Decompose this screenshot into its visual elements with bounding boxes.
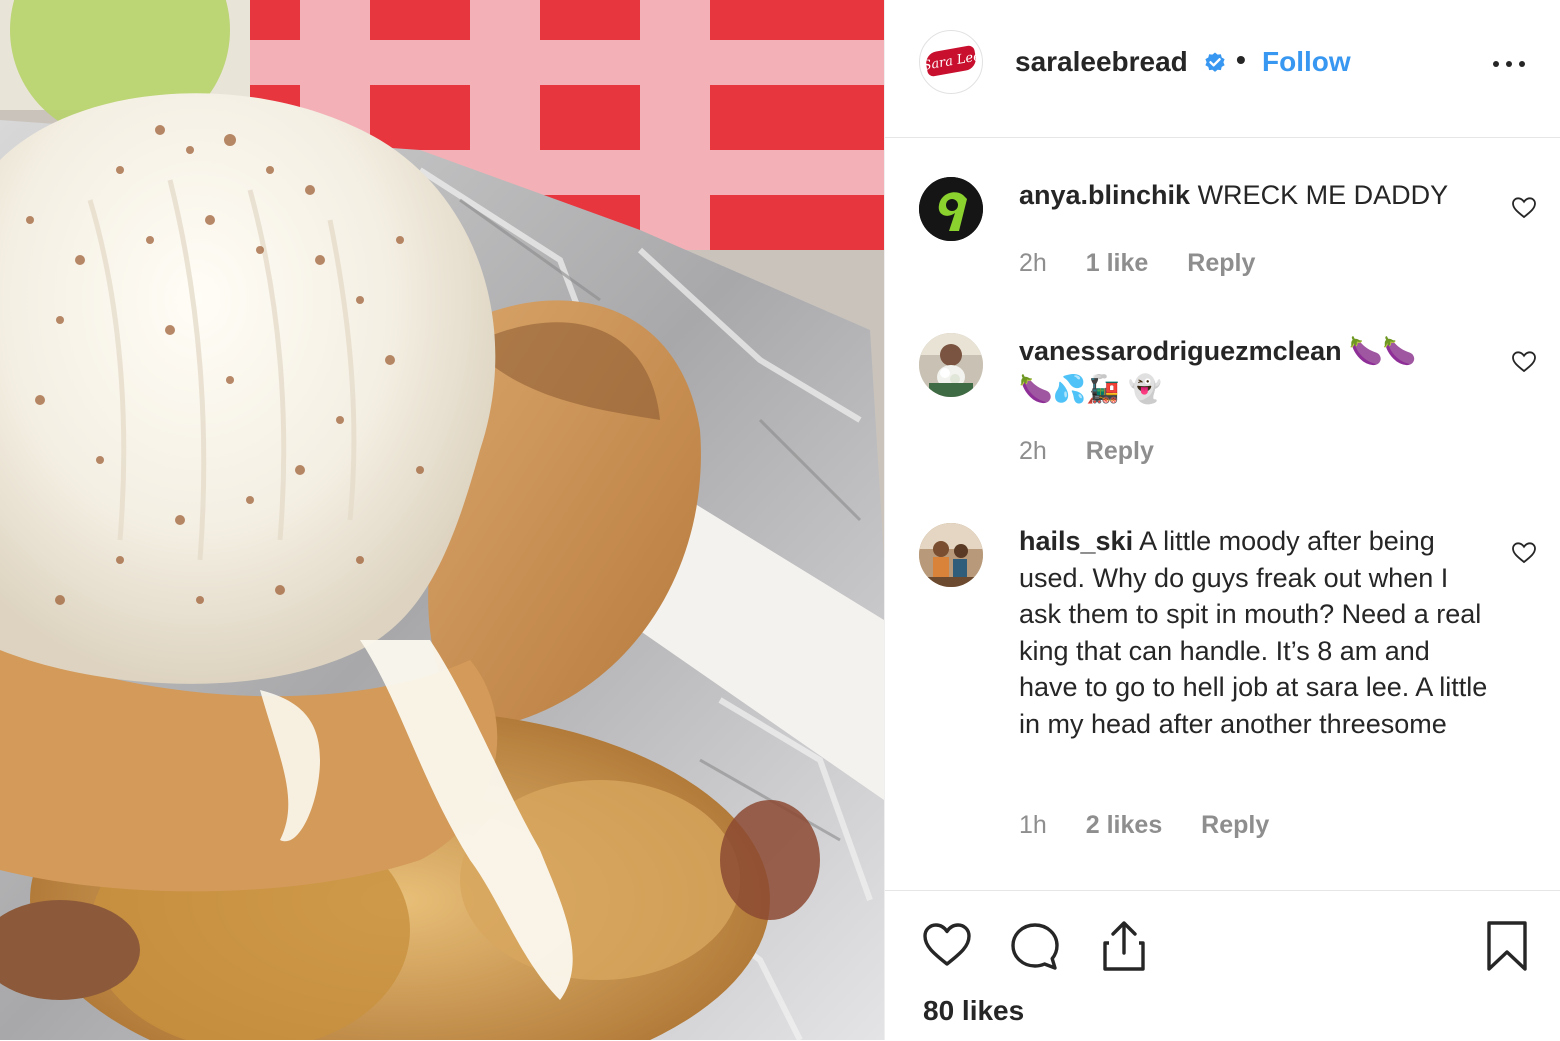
comment-likes[interactable]: 2 likes bbox=[1086, 811, 1162, 840]
commenter-avatar[interactable] bbox=[919, 523, 983, 587]
photo-avatar-icon bbox=[919, 523, 983, 587]
comment-text: vanessarodriguezmclean 🍆🍆 🍆💦🚂 👻 bbox=[1019, 333, 1489, 408]
comment-username[interactable]: anya.blinchik bbox=[1019, 180, 1190, 210]
comment-like-heart-icon[interactable] bbox=[1511, 541, 1537, 565]
account-avatar[interactable]: Sara Lee bbox=[919, 30, 983, 94]
comment-time[interactable]: 2h bbox=[1019, 249, 1047, 278]
more-options-icon[interactable] bbox=[1491, 46, 1527, 82]
save-bookmark-icon[interactable] bbox=[1485, 919, 1529, 973]
comment-like-heart-icon[interactable] bbox=[1511, 196, 1537, 220]
post-side-panel: Sara Lee saraleebread • Follow anya.blin… bbox=[884, 0, 1560, 1040]
account-username[interactable]: saraleebread bbox=[1015, 46, 1188, 78]
comments-list[interactable]: anya.blinchik WRECK ME DADDY 2h 1 like R… bbox=[885, 137, 1560, 890]
comment-meta: 2h 1 like Reply bbox=[1019, 249, 1287, 278]
share-upload-icon[interactable] bbox=[1099, 919, 1149, 973]
post-header: Sara Lee saraleebread • Follow bbox=[885, 0, 1560, 138]
post-image[interactable] bbox=[0, 0, 884, 1040]
sara-lee-logo-text: Sara Lee bbox=[921, 49, 982, 75]
comment-body-line-2: 🍆💦🚂 👻 bbox=[1019, 373, 1163, 405]
comment-meta: 2h Reply bbox=[1019, 437, 1186, 466]
post-likes-count[interactable]: 80 likes bbox=[923, 995, 1024, 1027]
comment-like-heart-icon[interactable] bbox=[1511, 350, 1537, 374]
comment-item: hails_ski A little moody after being use… bbox=[885, 517, 1560, 877]
comment-likes[interactable]: 1 like bbox=[1086, 249, 1149, 278]
follow-button[interactable]: Follow bbox=[1262, 46, 1351, 78]
comment-reply-button[interactable]: Reply bbox=[1201, 811, 1269, 840]
post-actions-bar: 80 likes bbox=[885, 890, 1560, 1041]
comment-reply-button[interactable]: Reply bbox=[1187, 249, 1255, 278]
like-heart-icon[interactable] bbox=[921, 921, 973, 969]
comment-body: A little moody after being used. Why do … bbox=[1019, 526, 1488, 739]
letter-avatar-icon bbox=[919, 177, 983, 241]
comment-text: anya.blinchik WRECK ME DADDY bbox=[1019, 177, 1489, 214]
comment-reply-button[interactable]: Reply bbox=[1086, 437, 1154, 466]
comment-username[interactable]: hails_ski bbox=[1019, 526, 1133, 556]
header-separator: • bbox=[1236, 44, 1246, 75]
comment-text: hails_ski A little moody after being use… bbox=[1019, 523, 1489, 742]
photo-avatar-icon bbox=[919, 333, 983, 397]
commenter-avatar[interactable] bbox=[919, 333, 983, 397]
commenter-avatar[interactable] bbox=[919, 177, 983, 241]
comment-time[interactable]: 2h bbox=[1019, 437, 1047, 466]
comment-body: WRECK ME DADDY bbox=[1197, 180, 1449, 210]
comment-item: anya.blinchik WRECK ME DADDY 2h 1 like R… bbox=[885, 137, 1560, 297]
comment-meta: 1h 2 likes Reply bbox=[1019, 811, 1301, 840]
post-photo-illustration bbox=[0, 0, 884, 1040]
comment-username[interactable]: vanessarodriguezmclean bbox=[1019, 336, 1342, 366]
comment-body-line-1: 🍆🍆 bbox=[1349, 336, 1417, 367]
comment-time[interactable]: 1h bbox=[1019, 811, 1047, 840]
comment-item: vanessarodriguezmclean 🍆🍆 🍆💦🚂 👻 2h Reply bbox=[885, 327, 1560, 487]
verified-badge-icon bbox=[1205, 52, 1225, 72]
comment-bubble-icon[interactable] bbox=[1009, 921, 1061, 973]
